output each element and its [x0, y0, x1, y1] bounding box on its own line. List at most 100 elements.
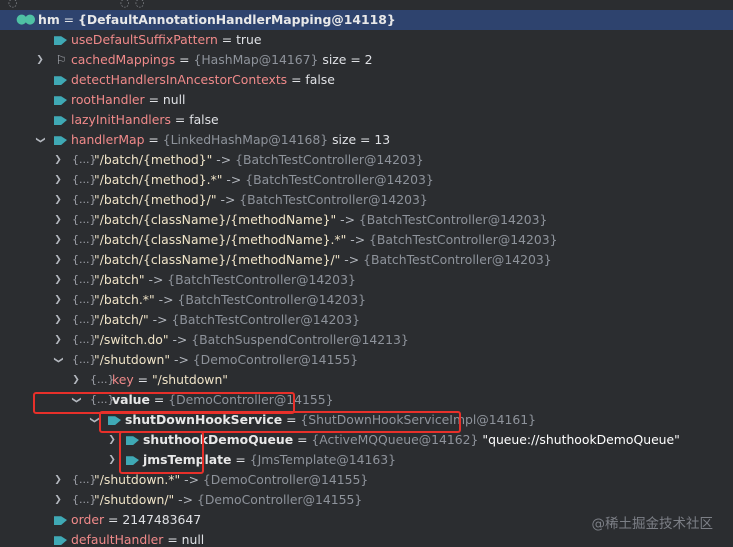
variable-name: rootHandler — [71, 92, 145, 107]
tree-row[interactable]: {...}"/switch.do" -> {BatchSuspendContro… — [0, 330, 733, 350]
tree-row[interactable]: {...}"/batch/{method}/" -> {BatchTestCon… — [0, 190, 733, 210]
highlight-box-jmstemplate — [119, 431, 204, 474]
row-label: shuthookDemoQueue = {ActiveMQQueue@14162… — [143, 430, 680, 450]
equals-sign: = — [175, 52, 194, 67]
variable-value: false — [305, 72, 335, 87]
map-arrow: -> — [174, 492, 197, 507]
tree-row[interactable]: {...}"/batch/{className}/{methodName}/" … — [0, 250, 733, 270]
equals-sign: = — [144, 132, 163, 147]
chevron-right-icon[interactable] — [52, 310, 64, 330]
object-reference: {BatchTestController@14203} — [358, 212, 548, 227]
equals-sign: = — [217, 32, 237, 47]
string-value: "queue://shuthookDemoQueue" — [478, 432, 680, 447]
chevron-right-icon[interactable] — [70, 370, 82, 390]
equals-sign: = — [133, 372, 152, 387]
equals-sign: = — [231, 452, 250, 467]
chevron-right-icon[interactable] — [52, 150, 64, 170]
string-value: "/batch/{method}/" — [94, 192, 217, 207]
toolbar-icon[interactable]: ◌ — [135, 0, 145, 9]
equals-sign: = — [59, 12, 78, 27]
variable-value: null — [181, 532, 205, 547]
chevron-right-icon[interactable] — [106, 430, 118, 450]
tree-row[interactable]: detectHandlersInAncestorContexts = false — [0, 70, 733, 90]
row-label: "/batch/{className}/{methodName}.*" -> {… — [94, 230, 558, 250]
chevron-right-icon[interactable] — [52, 490, 64, 510]
highlight-box-shutdownhookservice — [99, 411, 461, 433]
variable-name: defaultHandler — [71, 532, 164, 547]
tree-row[interactable]: {...}"/batch" -> {BatchTestController@14… — [0, 270, 733, 290]
map-arrow: -> — [336, 212, 359, 227]
map-arrow: -> — [148, 312, 172, 327]
chevron-right-icon[interactable] — [52, 470, 64, 490]
tree-row[interactable]: {...}"/shutdown/" -> {DemoController@141… — [0, 490, 733, 510]
field-icon — [54, 136, 67, 145]
chevron-right-icon[interactable] — [52, 230, 64, 250]
row-label: "/batch.*" -> {BatchTestController@14203… — [94, 290, 366, 310]
tree-row[interactable]: {...}"/batch.*" -> {BatchTestController@… — [0, 290, 733, 310]
object-icon: {...} — [72, 213, 97, 226]
chevron-right-icon[interactable] — [52, 170, 64, 190]
variable-name: handlerMap — [71, 132, 145, 147]
object-icon: {...} — [90, 373, 115, 386]
field-icon — [54, 76, 67, 85]
row-label: order = 2147483647 — [71, 510, 201, 530]
row-label: key = "/shutdown" — [112, 370, 228, 390]
chevron-right-icon[interactable] — [52, 250, 64, 270]
field-icon — [54, 536, 67, 545]
row-label: "/batch/{method}/" -> {BatchTestControll… — [94, 190, 428, 210]
string-value: "/shutdown" — [94, 352, 171, 367]
object-reference: {BatchTestController@14203} — [369, 232, 558, 247]
tree-row[interactable]: {...}key = "/shutdown" — [0, 370, 733, 390]
row-label: "/switch.do" -> {BatchSuspendController@… — [94, 330, 409, 350]
variable-value: 2147483647 — [122, 512, 202, 527]
tree-row[interactable]: jmsTemplate = {JmsTemplate@14163} — [0, 450, 733, 470]
tree-row[interactable]: {...}"/batch/{method}" -> {BatchTestCont… — [0, 150, 733, 170]
string-value: "/batch/{className}/{methodName}" — [94, 212, 337, 227]
chevron-down-icon[interactable] — [34, 130, 46, 150]
tree-row[interactable]: useDefaultSuffixPattern = true — [0, 30, 733, 50]
string-value: "/shutdown" — [151, 372, 228, 387]
object-reference: {DemoController@14155} — [202, 472, 369, 487]
variable-name: useDefaultSuffixPattern — [71, 32, 218, 47]
map-arrow: -> — [212, 152, 236, 167]
variable-name: key — [112, 372, 134, 387]
tree-row[interactable]: {...}"/batch/" -> {BatchTestController@1… — [0, 310, 733, 330]
chevron-right-icon[interactable] — [52, 290, 64, 310]
tree-row[interactable]: {...}"/shutdown.*" -> {DemoController@14… — [0, 470, 733, 490]
string-value: "/shutdown/" — [94, 492, 175, 507]
tree-row[interactable]: {...}"/shutdown" -> {DemoController@1415… — [0, 350, 733, 370]
tree-row[interactable]: ⚐ cachedMappings = {HashMap@14167} size =… — [0, 50, 733, 70]
tree-row[interactable]: lazyInitHandlers = false — [0, 110, 733, 130]
row-label: "/shutdown" -> {DemoController@14155} — [94, 350, 358, 370]
toolbar-icon[interactable]: ◌ — [120, 0, 130, 9]
chevron-right-icon[interactable] — [52, 330, 64, 350]
object-reference: {BatchTestController@14203} — [239, 192, 428, 207]
field-icon — [54, 36, 67, 45]
chevron-right-icon[interactable] — [52, 210, 64, 230]
chevron-right-icon[interactable] — [106, 450, 118, 470]
variables-tree: ●●hm = {DefaultAnnotationHandlerMapping@… — [0, 10, 733, 547]
toolbar-icon[interactable]: ◌ — [8, 0, 18, 9]
map-arrow: -> — [222, 172, 246, 187]
tree-row[interactable]: defaultHandler = null — [0, 530, 733, 547]
tree-row[interactable]: ●●hm = {DefaultAnnotationHandlerMapping@… — [0, 10, 733, 30]
object-icon: {...} — [72, 193, 97, 206]
tree-row[interactable]: handlerMap = {LinkedHashMap@14168} size … — [0, 130, 733, 150]
row-label: detectHandlersInAncestorContexts = false — [71, 70, 335, 90]
tree-row[interactable]: {...}"/batch/{className}/{methodName}.*"… — [0, 230, 733, 250]
object-reference: {BatchTestController@14203} — [177, 292, 366, 307]
string-value: "/batch/{method}.*" — [94, 172, 223, 187]
chevron-right-icon[interactable] — [52, 190, 64, 210]
tree-row[interactable]: shuthookDemoQueue = {ActiveMQQueue@14162… — [0, 430, 733, 450]
row-label: useDefaultSuffixPattern = true — [71, 30, 262, 50]
chevron-down-icon[interactable] — [52, 350, 64, 370]
tree-row[interactable]: rootHandler = null — [0, 90, 733, 110]
tree-row[interactable]: {...}"/batch/{className}/{methodName}" -… — [0, 210, 733, 230]
chevron-right-icon[interactable] — [52, 270, 64, 290]
chevron-right-icon[interactable] — [34, 50, 46, 70]
object-reference: {BatchSuspendController@14213} — [191, 332, 409, 347]
tree-row[interactable]: {...}"/batch/{method}.*" -> {BatchTestCo… — [0, 170, 733, 190]
row-label: "/batch/{className}/{methodName}/" -> {B… — [94, 250, 552, 270]
row-label: "/batch/{className}/{methodName}" -> {Ba… — [94, 210, 547, 230]
map-arrow: -> — [180, 472, 203, 487]
